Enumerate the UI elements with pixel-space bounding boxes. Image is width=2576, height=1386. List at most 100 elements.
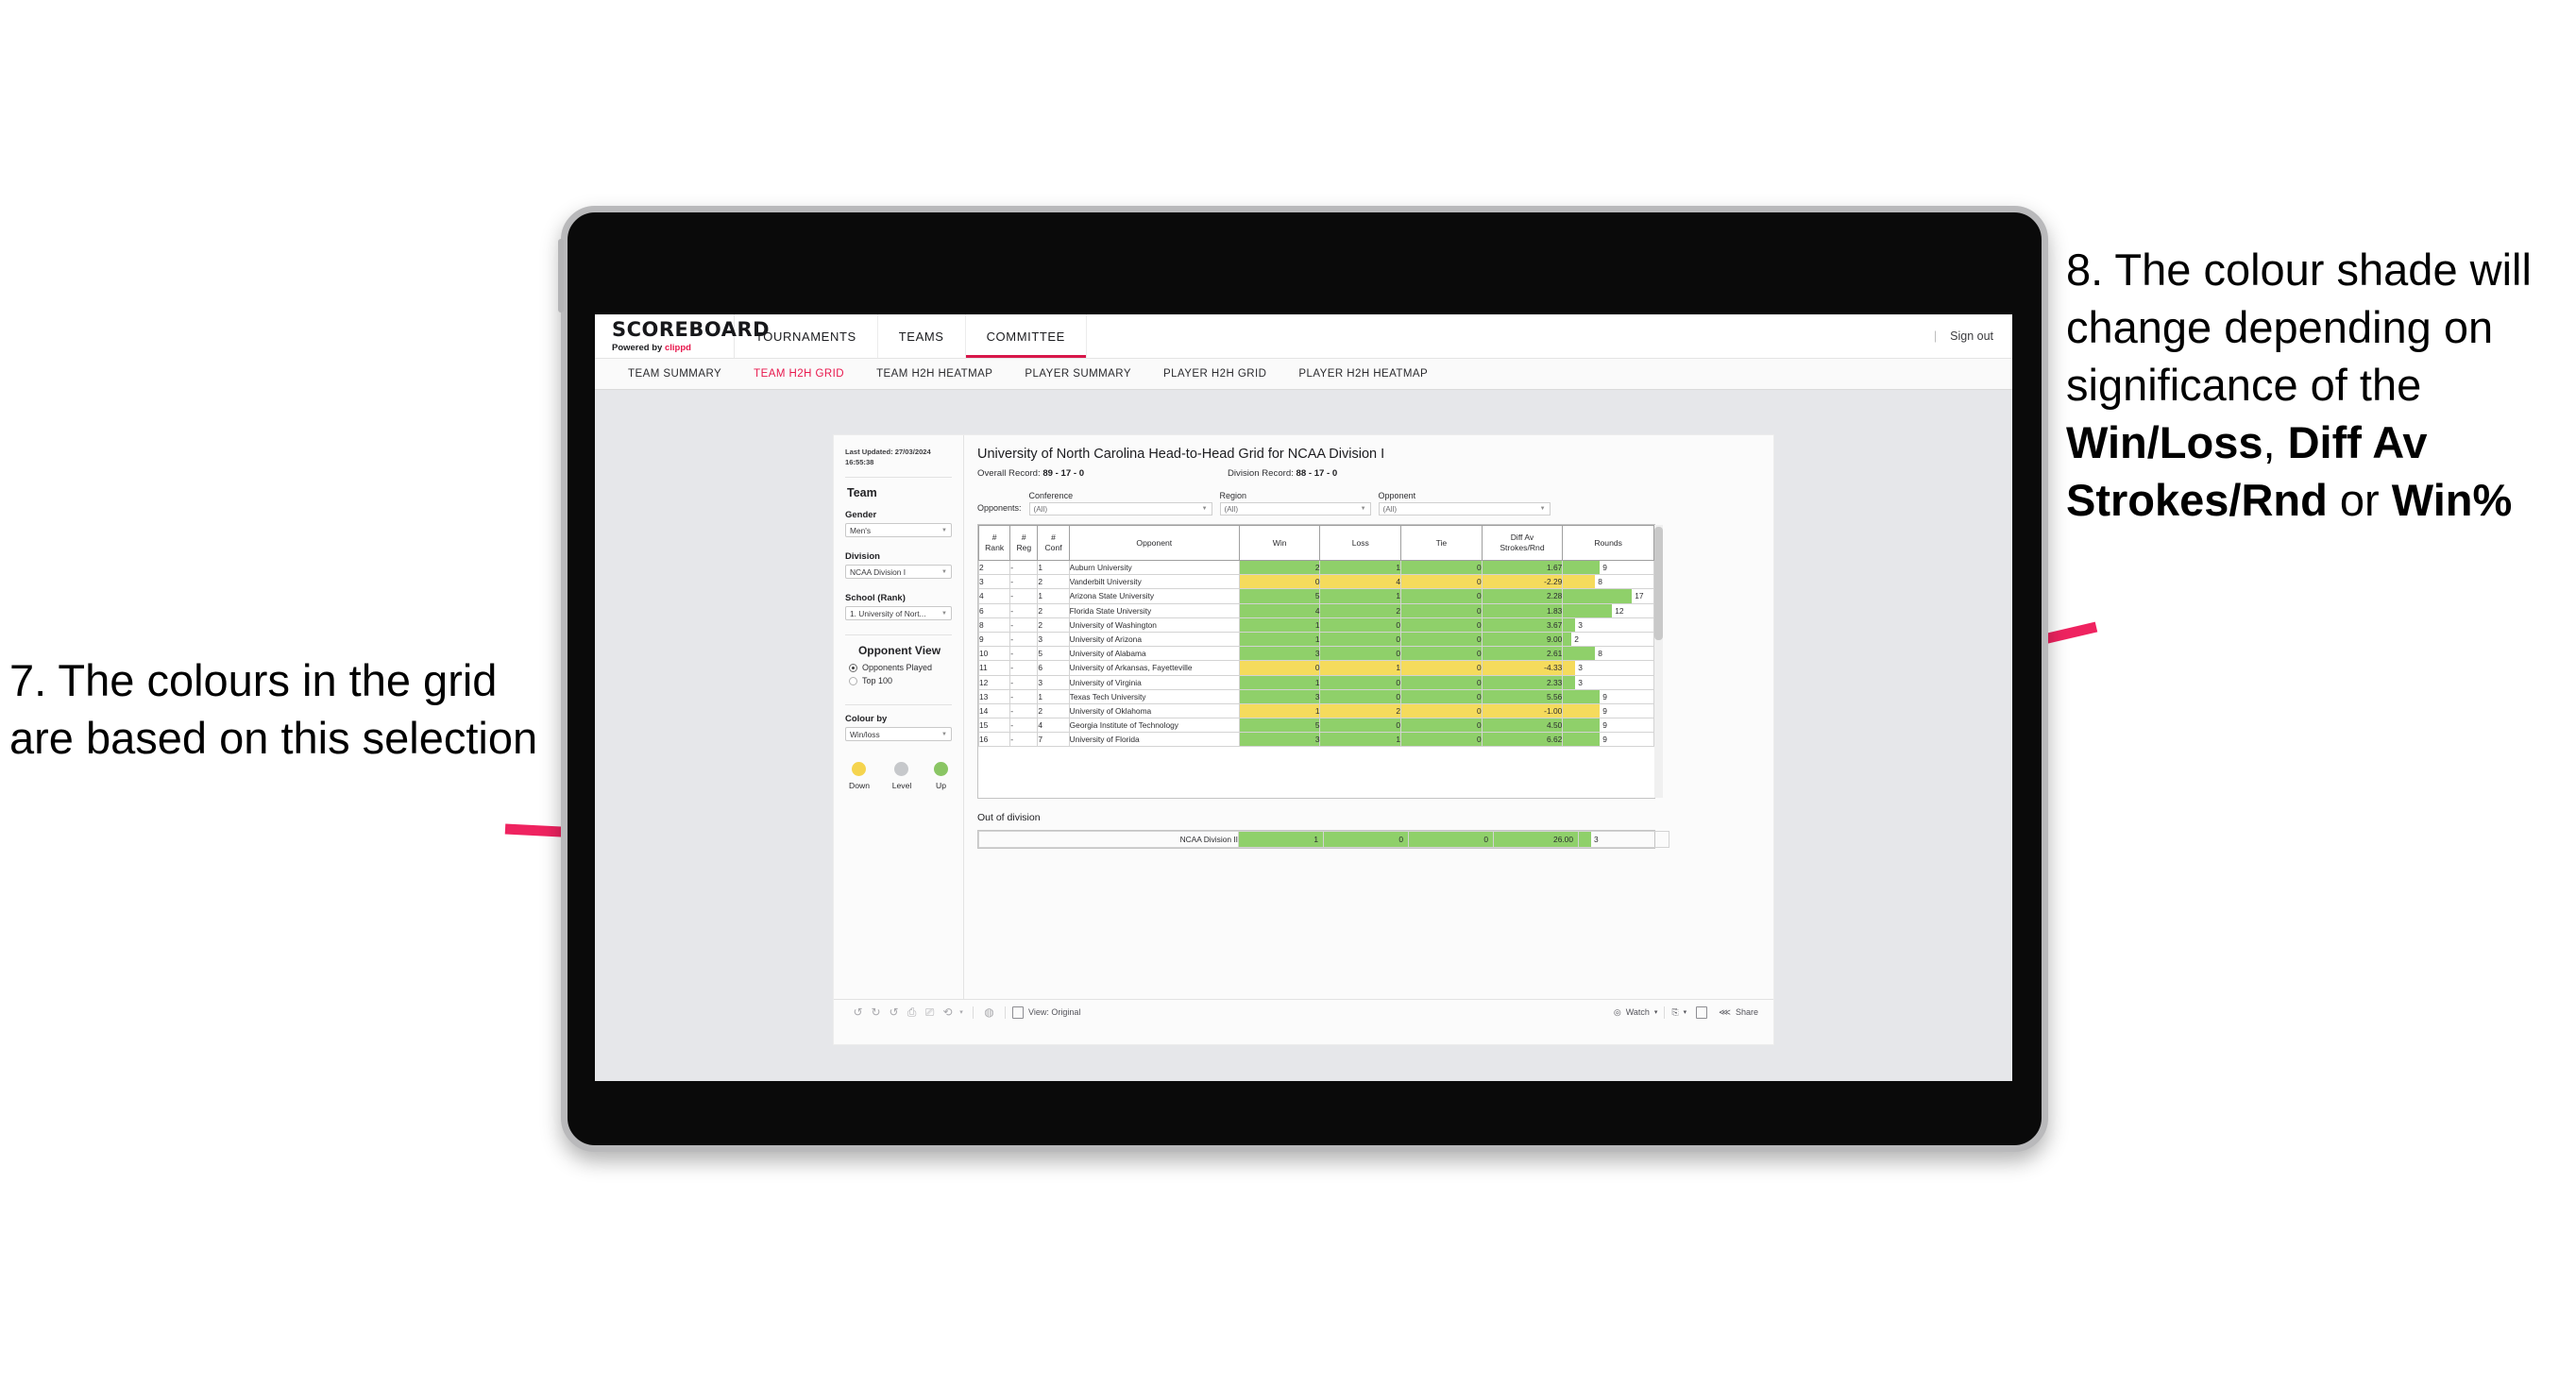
- ood-table: NCAA Division II 1 0 0 26.00 3: [978, 831, 1669, 849]
- legend-item-up: Up: [934, 762, 948, 790]
- colour-by-select[interactable]: Win/loss ▼: [845, 727, 952, 741]
- tablet-power-button[interactable]: [558, 239, 564, 313]
- viz-toolbar: ↺ ↻ ↺ ⎙ ⎚ ⟲ ▾ ◍ View: Original ◎ Watch ▾…: [834, 999, 1773, 1024]
- refresh-icon[interactable]: ⎙: [903, 1006, 921, 1020]
- table-row[interactable]: 6-2 Florida State University 4 2 0 1.83 12: [977, 602, 1654, 618]
- topnav-item-committee[interactable]: COMMITTEE: [965, 314, 1087, 358]
- view-label: View: Original: [1028, 1007, 1081, 1017]
- cell-loss: 0: [1319, 646, 1402, 662]
- radio-top-100[interactable]: Top 100: [849, 676, 952, 685]
- signout-link[interactable]: Sign out: [1950, 330, 1993, 343]
- ood-cell-rounds: 3: [1578, 831, 1669, 849]
- topnav-label: COMMITTEE: [986, 329, 1065, 344]
- cell-opponent: University of Washington: [1068, 617, 1240, 633]
- cell-win: 3: [1238, 732, 1321, 748]
- table-row[interactable]: 15-4 Georgia Institute of Technology 5 0 0 4.…: [977, 718, 1654, 734]
- cell-rank: 9: [977, 631, 1011, 648]
- cell-tie: 0: [1400, 660, 1483, 676]
- table-row[interactable]: 8-2 University of Washington 1 0 0 3.67 3: [977, 617, 1654, 633]
- cell-rank: 10: [977, 646, 1011, 662]
- download-button[interactable]: ⎘ ▾: [1671, 1007, 1686, 1018]
- cell-diff: 2.61: [1481, 646, 1564, 662]
- cell-diff: 6.62: [1481, 732, 1564, 748]
- table-row[interactable]: 4-1 Arizona State University 5 1 0 2.28 17: [977, 588, 1654, 604]
- cell-conf: 2: [1037, 602, 1070, 618]
- view-original-button[interactable]: View: Original: [1012, 1006, 1080, 1019]
- topnav-label: TEAMS: [898, 329, 944, 344]
- cell-rank: 14: [977, 702, 1011, 719]
- cell-opponent: Auburn University: [1068, 559, 1240, 576]
- filter-opponent-select[interactable]: (All) ▼: [1378, 502, 1551, 516]
- cell-conf: 3: [1037, 631, 1070, 648]
- table-row[interactable]: 16-7 University of Florida 3 1 0 6.62 9: [977, 732, 1654, 748]
- topnav-spacer: [1087, 314, 1934, 358]
- radio-label: Top 100: [862, 676, 893, 685]
- subnav-item-team-h2h-grid[interactable]: TEAM H2H GRID: [737, 368, 860, 380]
- cell-reg: -: [1009, 646, 1039, 662]
- gender-select[interactable]: Men's ▼: [845, 523, 952, 537]
- division-select[interactable]: NCAA Division I ▼: [845, 565, 952, 579]
- table-row[interactable]: 2-1 Auburn University 2 1 0 1.67 9: [977, 559, 1654, 576]
- table-row[interactable]: 14-2 University of Oklahoma 1 2 0 -1.00 9: [977, 702, 1654, 719]
- clock-icon[interactable]: ◍: [980, 1006, 998, 1019]
- school-rank-select[interactable]: 1. University of Nort... ▼: [845, 606, 952, 620]
- cell-rounds-value: 9: [1602, 705, 1607, 716]
- cell-opponent: University of Florida: [1068, 732, 1240, 748]
- subnav-item-team-h2h-heatmap[interactable]: TEAM H2H HEATMAP: [860, 368, 1008, 380]
- divider: [1005, 1006, 1006, 1019]
- radio-opponents-played[interactable]: Opponents Played: [849, 663, 952, 672]
- cell-loss: 1: [1319, 732, 1402, 748]
- cell-tie: 0: [1400, 617, 1483, 633]
- subnav-item-team-summary[interactable]: TEAM SUMMARY: [612, 368, 737, 380]
- cell-reg: -: [1009, 688, 1039, 704]
- chevron-down-icon: ▼: [941, 610, 947, 617]
- cell-opponent: University of Arkansas, Fayetteville: [1068, 660, 1240, 676]
- filter-region-select[interactable]: (All) ▼: [1219, 502, 1371, 516]
- app-logo[interactable]: SCOREBOARD Powered by clippd: [595, 314, 770, 358]
- h2h-grid-table: # Rank # Reg # Conf Opponent Win Loss Tie D…: [977, 524, 1663, 800]
- table-row[interactable]: 13-1 Texas Tech University 3 0 0 5.56 9: [977, 688, 1654, 704]
- table-row[interactable]: 10-5 University of Alabama 3 0 0 2.61 8: [977, 646, 1654, 662]
- cell-loss: 0: [1319, 617, 1402, 633]
- redo-icon[interactable]: ↻: [867, 1006, 885, 1019]
- cell-opponent: Vanderbilt University: [1068, 574, 1240, 590]
- chevron-down-icon: ▼: [941, 568, 947, 575]
- col-diff-av-strokes: Diff Av Strokes/Rnd: [1481, 525, 1564, 561]
- fullscreen-button[interactable]: [1696, 1006, 1708, 1019]
- table-row[interactable]: 11-6 University of Arkansas, Fayetteville…: [977, 660, 1654, 676]
- cell-win: 0: [1238, 660, 1321, 676]
- chevron-down-icon: ▼: [1201, 506, 1208, 512]
- undo-icon[interactable]: ↺: [849, 1006, 867, 1019]
- watch-button[interactable]: ◎ Watch ▾: [1614, 1007, 1658, 1018]
- annotation-right-sep2: or: [2327, 475, 2392, 526]
- table-row[interactable]: 3-2 Vanderbilt University 0 4 0 -2.29 8: [977, 574, 1654, 590]
- opponents-filter-label: Opponents:: [977, 503, 1022, 513]
- col-opponent: Opponent: [1068, 525, 1240, 561]
- filter-region: Region (All) ▼: [1219, 491, 1371, 516]
- annotation-left-text: 7. The colours in the grid are based on …: [9, 655, 538, 764]
- subnav-item-player-h2h-heatmap[interactable]: PLAYER H2H HEATMAP: [1282, 368, 1444, 380]
- cell-diff: -1.00: [1481, 702, 1564, 719]
- undo-history-icon[interactable]: ⟲: [939, 1006, 957, 1019]
- subnav-item-player-h2h-grid[interactable]: PLAYER H2H GRID: [1147, 368, 1282, 380]
- table-scrollbar-thumb[interactable]: [1654, 527, 1663, 640]
- table-body: 2-1 Auburn University 2 1 0 1.67 9 3-2 Vanderbil…: [977, 559, 1654, 748]
- ood-table-row[interactable]: NCAA Division II 1 0 0 26.00 3: [978, 831, 1669, 849]
- share-button[interactable]: ⋘ Share: [1719, 1007, 1758, 1018]
- chevron-down-icon[interactable]: ▾: [957, 1008, 966, 1016]
- watch-label: Watch: [1625, 1007, 1650, 1017]
- cell-reg: -: [1009, 631, 1039, 648]
- cell-opponent: University of Virginia: [1068, 674, 1240, 690]
- cell-conf: 2: [1037, 702, 1070, 719]
- subnav-item-player-summary[interactable]: PLAYER SUMMARY: [1008, 368, 1147, 380]
- cell-win: 3: [1238, 646, 1321, 662]
- revert-icon[interactable]: ↺: [885, 1006, 903, 1019]
- filter-conference-select[interactable]: (All) ▼: [1028, 502, 1212, 516]
- table-row[interactable]: 9-3 University of Arizona 1 0 0 9.00 2: [977, 631, 1654, 648]
- pause-icon[interactable]: ⎚: [921, 1006, 939, 1020]
- cell-tie: 0: [1400, 702, 1483, 719]
- topnav-item-teams[interactable]: TEAMS: [878, 314, 966, 358]
- topnav-item-tournaments[interactable]: TOURNAMENTS: [735, 314, 878, 358]
- table-row[interactable]: 12-3 University of Virginia 1 0 0 2.33 3: [977, 674, 1654, 690]
- cell-opponent: University of Arizona: [1068, 631, 1240, 648]
